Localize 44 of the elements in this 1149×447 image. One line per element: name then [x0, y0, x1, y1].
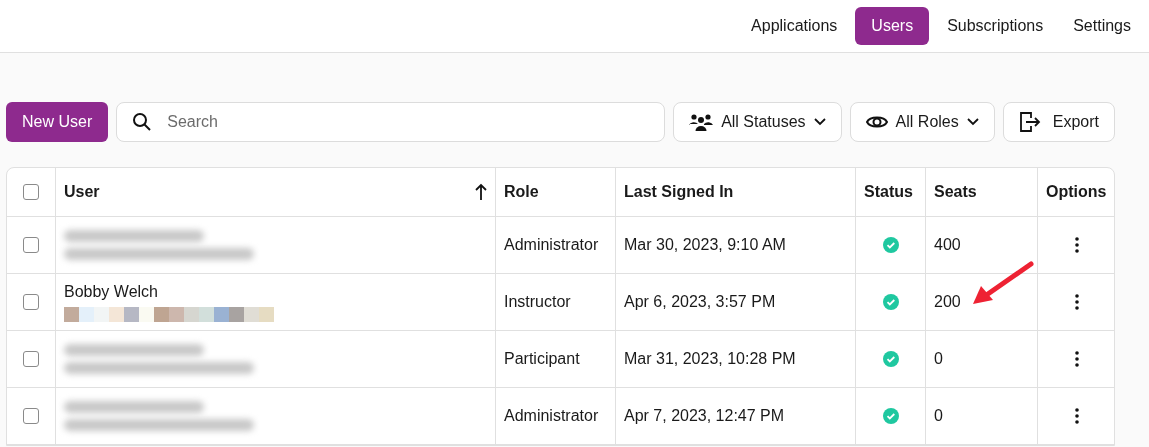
- checkbox[interactable]: [23, 351, 39, 367]
- checkbox[interactable]: [23, 184, 39, 200]
- chevron-down-icon: [966, 118, 979, 126]
- filter-dropdown[interactable]: All Statuses: [673, 102, 842, 142]
- more-options-icon[interactable]: [1074, 351, 1079, 367]
- column-header[interactable]: Role: [504, 180, 539, 204]
- more-options-icon[interactable]: [1074, 294, 1079, 310]
- filter-dropdown[interactable]: All Roles: [849, 102, 995, 142]
- column-header[interactable]: Options: [1046, 180, 1107, 204]
- search-icon: [132, 112, 153, 132]
- column-header[interactable]: Status: [864, 180, 913, 204]
- table-cell-text: Mar 31, 2023, 10:28 PM: [624, 349, 796, 369]
- table-cell-text: 0: [934, 349, 943, 369]
- nav-tab[interactable]: Users: [855, 7, 930, 45]
- table-cell-text: 0: [934, 406, 943, 426]
- table-cell-text: Instructor: [504, 292, 571, 312]
- checkbox[interactable]: [23, 294, 39, 310]
- column-header[interactable]: User: [64, 180, 100, 204]
- export-icon: [1018, 112, 1041, 132]
- nav-tab[interactable]: Subscriptions: [935, 7, 1056, 45]
- table-cell-text: Apr 7, 2023, 12:47 PM: [624, 406, 785, 426]
- more-options-icon[interactable]: [1074, 237, 1079, 253]
- column-header[interactable]: Last Signed In: [624, 180, 734, 204]
- checkbox[interactable]: [23, 408, 39, 424]
- table-cell-text: 400: [934, 235, 961, 255]
- table-cell-text: Administrator: [504, 406, 599, 426]
- eye-icon: [865, 114, 888, 130]
- chevron-down-icon: [813, 118, 826, 126]
- search-field[interactable]: Search: [116, 102, 666, 142]
- nav-tab[interactable]: Settings: [1061, 7, 1143, 45]
- export-button[interactable]: Export: [1002, 102, 1115, 142]
- table-cell-text: Mar 30, 2023, 9:10 AM: [624, 235, 786, 255]
- user-name: Bobby Welch: [64, 282, 158, 301]
- new-user-button[interactable]: New User: [6, 102, 109, 142]
- nav-tab[interactable]: Applications: [739, 7, 850, 45]
- sort-arrow-icon[interactable]: [475, 183, 487, 201]
- table-cell-text: Apr 6, 2023, 3:57 PM: [624, 292, 776, 312]
- table-cell-text: Participant: [504, 349, 580, 369]
- table-cell-text: Administrator: [504, 235, 599, 255]
- people-icon: [689, 112, 714, 132]
- checkbox[interactable]: [23, 237, 39, 253]
- table-cell-text: 200: [934, 292, 961, 312]
- column-header[interactable]: Seats: [934, 180, 977, 204]
- more-options-icon[interactable]: [1074, 408, 1079, 424]
